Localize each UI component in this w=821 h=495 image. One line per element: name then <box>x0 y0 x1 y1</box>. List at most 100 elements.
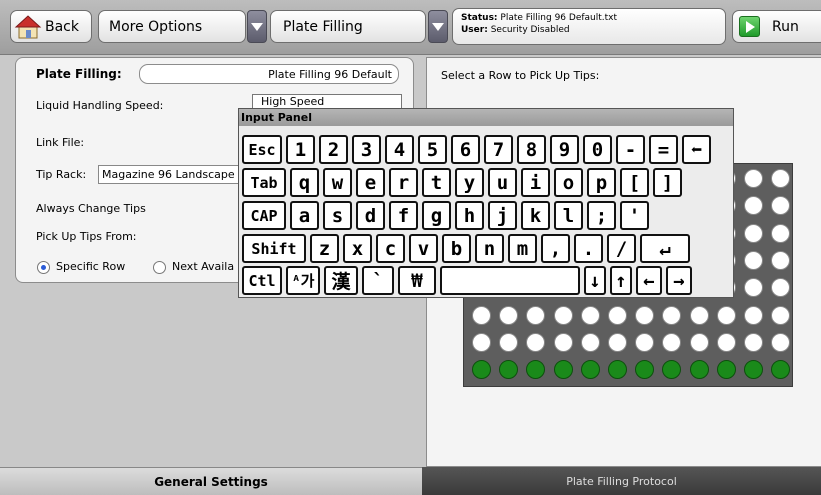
key-9[interactable]: 9 <box>550 135 579 164</box>
key-z[interactable]: z <box>310 234 339 263</box>
well[interactable] <box>744 278 763 298</box>
well[interactable] <box>716 332 736 352</box>
key-8[interactable]: 8 <box>517 135 546 164</box>
key-won[interactable]: ₩ <box>398 266 436 295</box>
key-j[interactable]: j <box>488 201 517 230</box>
well[interactable] <box>771 169 791 188</box>
key-t[interactable]: t <box>422 168 451 197</box>
well[interactable] <box>635 332 655 352</box>
well[interactable] <box>580 360 600 380</box>
key-h[interactable]: h <box>455 201 484 230</box>
key-v[interactable]: v <box>409 234 438 263</box>
well[interactable] <box>608 332 627 352</box>
well[interactable] <box>553 360 573 380</box>
well[interactable] <box>689 360 709 380</box>
well[interactable] <box>771 305 791 325</box>
key-5[interactable]: 5 <box>418 135 447 164</box>
key-tab[interactable]: Tab <box>242 168 286 197</box>
well[interactable] <box>472 360 491 380</box>
key-k[interactable]: k <box>521 201 550 230</box>
well[interactable] <box>744 332 763 352</box>
well[interactable] <box>744 250 763 270</box>
key-backspace[interactable]: ⬅ <box>682 135 711 164</box>
key-a[interactable]: a <box>290 201 319 230</box>
key-r[interactable]: r <box>389 168 418 197</box>
well[interactable] <box>689 305 709 325</box>
run-button[interactable]: Run <box>732 10 821 43</box>
key-slash[interactable]: / <box>607 234 636 263</box>
key-shift[interactable]: Shift <box>242 234 306 263</box>
key-q[interactable]: q <box>290 168 319 197</box>
key-minus[interactable]: - <box>616 135 645 164</box>
well[interactable] <box>771 196 791 216</box>
well[interactable] <box>553 332 573 352</box>
well[interactable] <box>635 305 655 325</box>
plate-filling-button[interactable]: Plate Filling <box>270 10 426 43</box>
key-d[interactable]: d <box>356 201 385 230</box>
well[interactable] <box>499 332 519 352</box>
specific-row-radio[interactable] <box>37 261 50 274</box>
key-y[interactable]: y <box>455 168 484 197</box>
more-options-button[interactable]: More Options <box>98 10 246 43</box>
key-g[interactable]: g <box>422 201 451 230</box>
more-options-dropdown[interactable] <box>247 10 267 43</box>
well[interactable] <box>744 169 763 188</box>
well[interactable] <box>744 223 763 243</box>
well[interactable] <box>716 360 736 380</box>
key-rbracket[interactable]: ] <box>653 168 682 197</box>
key-4[interactable]: 4 <box>385 135 414 164</box>
key-equals[interactable]: = <box>649 135 678 164</box>
well[interactable] <box>580 332 600 352</box>
plate-filling-dropdown[interactable] <box>428 10 448 43</box>
well[interactable] <box>662 360 682 380</box>
key-b[interactable]: b <box>442 234 471 263</box>
key-i[interactable]: i <box>521 168 550 197</box>
well[interactable] <box>662 305 682 325</box>
key-lbracket[interactable]: [ <box>620 168 649 197</box>
well[interactable] <box>526 360 546 380</box>
key-comma[interactable]: , <box>541 234 570 263</box>
well[interactable] <box>771 278 791 298</box>
well[interactable] <box>526 305 546 325</box>
key-hanja[interactable]: 漢 <box>324 266 358 295</box>
key-enter[interactable]: ↵ <box>640 234 690 263</box>
key-n[interactable]: n <box>475 234 504 263</box>
well[interactable] <box>716 305 736 325</box>
key-e[interactable]: e <box>356 168 385 197</box>
key-l[interactable]: l <box>554 201 583 230</box>
well[interactable] <box>499 305 519 325</box>
well[interactable] <box>771 250 791 270</box>
key-period[interactable]: . <box>574 234 603 263</box>
well[interactable] <box>499 360 519 380</box>
well[interactable] <box>662 332 682 352</box>
well[interactable] <box>744 360 763 380</box>
tab-plate-filling-protocol[interactable]: Plate Filling Protocol <box>422 467 821 495</box>
key-0[interactable]: 0 <box>583 135 612 164</box>
key-ctrl[interactable]: Ctl <box>242 266 282 295</box>
well[interactable] <box>472 332 491 352</box>
key-hangul[interactable]: ᴬ가 <box>286 266 320 295</box>
key-s[interactable]: s <box>323 201 352 230</box>
key-o[interactable]: o <box>554 168 583 197</box>
key-esc[interactable]: Esc <box>242 135 282 164</box>
key-m[interactable]: m <box>508 234 537 263</box>
well[interactable] <box>689 332 709 352</box>
key-p[interactable]: p <box>587 168 616 197</box>
key-3[interactable]: 3 <box>352 135 381 164</box>
key-up[interactable]: ↑ <box>610 266 632 295</box>
key-x[interactable]: x <box>343 234 372 263</box>
next-available-radio[interactable] <box>153 261 166 274</box>
key-semicolon[interactable]: ; <box>587 201 616 230</box>
well[interactable] <box>771 360 791 380</box>
key-7[interactable]: 7 <box>484 135 513 164</box>
plate-filling-name-field[interactable]: Plate Filling 96 Default <box>139 64 399 84</box>
back-button[interactable]: Back <box>10 10 92 43</box>
key-space[interactable] <box>440 266 580 295</box>
well[interactable] <box>608 305 627 325</box>
key-1[interactable]: 1 <box>286 135 315 164</box>
key-right[interactable]: → <box>666 266 692 295</box>
well[interactable] <box>553 305 573 325</box>
well[interactable] <box>744 196 763 216</box>
key-caps[interactable]: CAP <box>242 201 286 230</box>
key-left[interactable]: ← <box>636 266 662 295</box>
